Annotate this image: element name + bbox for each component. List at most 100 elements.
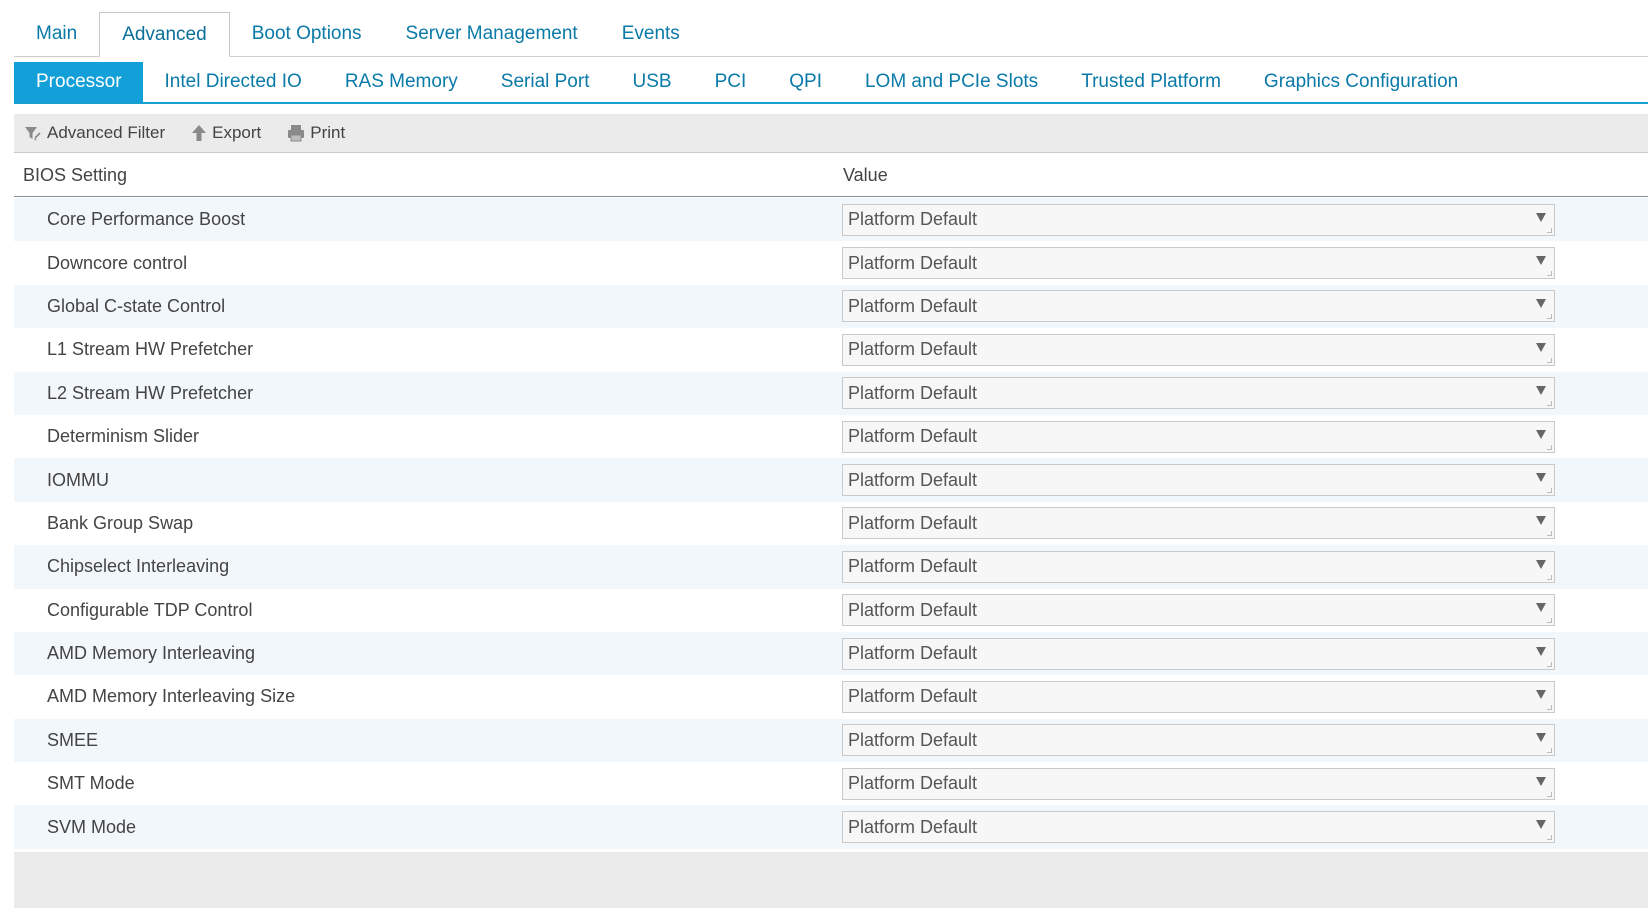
- setting-value-select[interactable]: Platform Default: [842, 464, 1555, 497]
- resize-grip-icon: [1547, 574, 1552, 580]
- chevron-down-icon: [1536, 689, 1546, 699]
- setting-value-select[interactable]: Platform Default: [842, 333, 1555, 366]
- arrow-up-icon: [192, 125, 207, 141]
- print-button[interactable]: Print: [287, 123, 345, 143]
- select-value: Platform Default: [848, 643, 978, 664]
- table-row: Downcore control Platform Default: [14, 241, 1648, 285]
- resize-grip-icon: [1547, 401, 1552, 407]
- table-row: Configurable TDP Control Platform Defaul…: [14, 588, 1648, 632]
- bios-settings-page: Main Advanced Boot Options Server Manage…: [0, 0, 1648, 908]
- tab-server-management[interactable]: Server Management: [384, 12, 600, 56]
- setting-label: IOMMU: [47, 469, 109, 490]
- subtab-lom-pcie-slots[interactable]: LOM and PCIe Slots: [843, 62, 1059, 102]
- resize-grip-icon: [1547, 444, 1552, 450]
- chevron-down-icon: [1536, 386, 1546, 396]
- column-header-bios-setting[interactable]: BIOS Setting: [23, 165, 127, 186]
- chevron-down-icon: [1536, 299, 1546, 309]
- resize-grip-icon: [1547, 791, 1552, 797]
- table-row: Bank Group Swap Platform Default: [14, 501, 1648, 546]
- resize-grip-icon: [1547, 488, 1552, 494]
- select-value: Platform Default: [848, 252, 978, 273]
- export-label: Export: [212, 123, 262, 142]
- chevron-down-icon: [1536, 603, 1546, 613]
- setting-label: Global C-state Control: [47, 295, 226, 316]
- export-button[interactable]: Export: [191, 123, 261, 143]
- tab-main[interactable]: Main: [14, 12, 99, 56]
- table-row: SVM Mode Platform Default: [14, 805, 1648, 849]
- setting-label: SVM Mode: [47, 816, 137, 837]
- setting-value-select[interactable]: Platform Default: [842, 290, 1555, 323]
- subtab-qpi[interactable]: QPI: [767, 62, 843, 102]
- subtab-usb[interactable]: USB: [610, 62, 692, 102]
- subtab-processor[interactable]: Processor: [14, 62, 143, 102]
- chevron-down-icon: [1536, 256, 1546, 266]
- resize-grip-icon: [1547, 314, 1552, 320]
- table-row: AMD Memory Interleaving Platform Default: [14, 631, 1648, 676]
- chevron-down-icon: [1536, 212, 1546, 222]
- setting-label: Bank Group Swap: [47, 512, 194, 533]
- advanced-filter-button[interactable]: Advanced Filter: [24, 123, 165, 143]
- resize-grip-icon: [1547, 835, 1552, 841]
- subtab-trusted-platform[interactable]: Trusted Platform: [1059, 62, 1242, 102]
- table-row: Global C-state Control Platform Default: [14, 284, 1648, 329]
- select-value: Platform Default: [848, 599, 978, 620]
- subtab-graphics-configuration[interactable]: Graphics Configuration: [1242, 62, 1479, 102]
- setting-label: AMD Memory Interleaving Size: [47, 686, 296, 707]
- tab-advanced[interactable]: Advanced: [99, 12, 230, 57]
- setting-label: Chipselect Interleaving: [47, 556, 230, 577]
- chevron-down-icon: [1536, 820, 1546, 830]
- resize-grip-icon: [1547, 531, 1552, 537]
- subtab-ras-memory[interactable]: RAS Memory: [323, 62, 479, 102]
- table-row: SMEE Platform Default: [14, 718, 1648, 763]
- select-value: Platform Default: [848, 339, 978, 360]
- tab-boot-options[interactable]: Boot Options: [230, 12, 384, 56]
- setting-label: L2 Stream HW Prefetcher: [47, 382, 254, 403]
- table-row: Determinism Slider Platform Default: [14, 414, 1648, 459]
- table-row: SMT Mode Platform Default: [14, 762, 1648, 806]
- setting-value-select[interactable]: Platform Default: [842, 507, 1555, 540]
- setting-value-select[interactable]: Platform Default: [842, 377, 1555, 410]
- setting-label: L1 Stream HW Prefetcher: [47, 339, 254, 360]
- resize-grip-icon: [1547, 357, 1552, 363]
- top-tab-bar: Main Advanced Boot Options Server Manage…: [14, 12, 1648, 57]
- subtab-serial-port[interactable]: Serial Port: [479, 62, 611, 102]
- chevron-down-icon: [1536, 516, 1546, 526]
- setting-value-select[interactable]: Platform Default: [842, 767, 1555, 800]
- resize-grip-icon: [1547, 748, 1552, 754]
- table-row: IOMMU Platform Default: [14, 458, 1648, 502]
- setting-label: Downcore control: [47, 252, 188, 273]
- subtab-intel-directed-io[interactable]: Intel Directed IO: [143, 62, 323, 102]
- filter-icon: [25, 127, 41, 141]
- select-value: Platform Default: [848, 295, 978, 316]
- setting-value-select[interactable]: Platform Default: [842, 811, 1555, 844]
- chevron-down-icon: [1536, 473, 1546, 483]
- select-value: Platform Default: [848, 426, 978, 447]
- chevron-down-icon: [1536, 646, 1546, 656]
- setting-value-select[interactable]: Platform Default: [842, 550, 1555, 583]
- setting-label: Configurable TDP Control: [47, 599, 253, 620]
- table-toolbar: Advanced Filter Export Print: [14, 114, 1648, 153]
- chevron-down-icon: [1536, 776, 1546, 786]
- setting-value-select[interactable]: Platform Default: [842, 203, 1555, 236]
- select-value: Platform Default: [848, 469, 978, 490]
- column-header-value[interactable]: Value: [843, 165, 888, 186]
- chevron-down-icon: [1536, 733, 1546, 743]
- printer-icon: [288, 125, 305, 142]
- setting-value-select[interactable]: Platform Default: [842, 637, 1555, 670]
- select-value: Platform Default: [848, 512, 978, 533]
- setting-value-select[interactable]: Platform Default: [842, 247, 1555, 280]
- resize-grip-icon: [1547, 704, 1552, 710]
- select-value: Platform Default: [848, 556, 978, 577]
- setting-value-select[interactable]: Platform Default: [842, 680, 1555, 713]
- setting-value-select[interactable]: Platform Default: [842, 594, 1555, 627]
- setting-value-select[interactable]: Platform Default: [842, 420, 1555, 453]
- setting-label: SMEE: [47, 729, 99, 750]
- chevron-down-icon: [1536, 559, 1546, 569]
- subtab-pci[interactable]: PCI: [693, 62, 768, 102]
- table-row: L1 Stream HW Prefetcher Platform Default: [14, 328, 1648, 372]
- table-row: Chipselect Interleaving Platform Default: [14, 545, 1648, 589]
- select-value: Platform Default: [848, 816, 978, 837]
- tab-events[interactable]: Events: [600, 12, 702, 56]
- advanced-filter-label: Advanced Filter: [47, 123, 166, 142]
- setting-value-select[interactable]: Platform Default: [842, 724, 1555, 757]
